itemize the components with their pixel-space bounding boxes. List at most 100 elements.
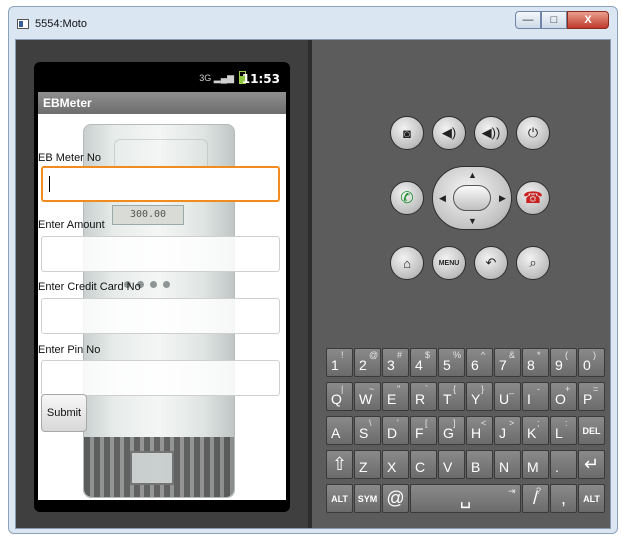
- key-label: ALT: [331, 493, 348, 504]
- key-row1-1[interactable]: 2 @: [354, 348, 381, 377]
- key-row3-4[interactable]: G]: [438, 416, 465, 445]
- key-row4-0[interactable]: ⇧: [326, 450, 353, 479]
- key-alt-label: !: [341, 350, 344, 360]
- close-button[interactable]: X: [567, 11, 609, 29]
- key-row5-5[interactable]: ,: [550, 484, 577, 513]
- title-bar[interactable]: 5554:Moto — □ X: [9, 7, 617, 37]
- volume-down-icon[interactable]: ◀): [432, 116, 466, 150]
- key-row4-4[interactable]: V: [438, 450, 465, 479]
- key-label: N: [499, 459, 510, 475]
- back-icon[interactable]: ↶: [474, 246, 508, 280]
- key-label: DEL: [582, 425, 601, 436]
- key-alt-label: ;: [537, 418, 540, 428]
- key-alt-label: $: [425, 350, 431, 360]
- pin-input[interactable]: [41, 360, 280, 396]
- key-alt-label: ]: [453, 418, 456, 428]
- eb-meter-input[interactable]: [41, 166, 280, 202]
- dpad-right-icon[interactable]: ▶: [499, 193, 506, 204]
- key-row1-8[interactable]: 9(: [550, 348, 577, 377]
- menu-button[interactable]: MENU: [432, 246, 466, 280]
- key-row4-9[interactable]: ↵: [578, 450, 605, 479]
- key-row3-9[interactable]: DEL: [578, 416, 605, 445]
- key-row2-8[interactable]: O +: [550, 382, 577, 411]
- credit-card-input[interactable]: [41, 298, 280, 334]
- signal-icon: 3G ▂▄▆: [199, 73, 234, 83]
- call-icon[interactable]: ✆: [390, 181, 424, 215]
- end-call-icon[interactable]: ☎: [516, 181, 550, 215]
- key-row2-4[interactable]: T{: [438, 382, 465, 411]
- key-row4-3[interactable]: C: [410, 450, 437, 479]
- key-row2-1[interactable]: W ~: [354, 382, 381, 411]
- network-type: 3G: [199, 73, 212, 83]
- key-label: 4: [415, 357, 423, 373]
- key-row3-5[interactable]: H <: [466, 416, 493, 445]
- key-alt-label: [: [425, 418, 428, 428]
- key-row5-4[interactable]: /?: [522, 484, 549, 513]
- key-label: 7: [499, 357, 507, 373]
- power-icon[interactable]: ⏻: [516, 116, 550, 150]
- key-row1-7[interactable]: 8 *: [522, 348, 549, 377]
- key-row1-2[interactable]: 3 #: [382, 348, 409, 377]
- key-row5-1[interactable]: SYM: [354, 484, 381, 513]
- key-row2-6[interactable]: U _: [494, 382, 521, 411]
- key-label: ALT: [583, 493, 600, 504]
- key-row1-6[interactable]: 7 &: [494, 348, 521, 377]
- amount-label: Enter Amount: [38, 219, 105, 231]
- key-alt-label: _: [509, 384, 515, 394]
- key-row2-7[interactable]: I-: [522, 382, 549, 411]
- dpad-up-icon[interactable]: ▲: [468, 170, 477, 180]
- dpad-center-button[interactable]: [453, 185, 491, 211]
- dpad[interactable]: ▲ ▼ ◀ ▶: [432, 166, 512, 230]
- minimize-button[interactable]: —: [515, 11, 541, 29]
- key-alt-label: |: [341, 384, 344, 394]
- key-row5-2[interactable]: @: [382, 484, 409, 513]
- key-label: U: [499, 391, 510, 407]
- key-row1-0[interactable]: 1!: [326, 348, 353, 377]
- key-label: @: [386, 488, 405, 508]
- key-alt-label: ): [593, 350, 596, 360]
- maximize-button[interactable]: □: [541, 11, 567, 29]
- key-row1-9[interactable]: 0): [578, 348, 605, 377]
- key-row2-9[interactable]: P =: [578, 382, 605, 411]
- key-row4-2[interactable]: X: [382, 450, 409, 479]
- key-alt-label: ": [397, 384, 401, 394]
- device-screen: 3G ▂▄▆ 11:53 EBMeter 300.00 EB Meter No: [34, 62, 290, 512]
- key-row3-1[interactable]: S \: [354, 416, 381, 445]
- key-row3-2[interactable]: D ': [382, 416, 409, 445]
- key-row1-5[interactable]: 6 ^: [466, 348, 493, 377]
- key-row4-8[interactable]: .: [550, 450, 577, 479]
- key-row4-6[interactable]: N: [494, 450, 521, 479]
- key-row3-8[interactable]: L:: [550, 416, 577, 445]
- key-row3-0[interactable]: A: [326, 416, 353, 445]
- key-row2-0[interactable]: Q |: [326, 382, 353, 411]
- key-row2-5[interactable]: Y}: [466, 382, 493, 411]
- key-row3-3[interactable]: F[: [410, 416, 437, 445]
- dpad-down-icon[interactable]: ▼: [468, 216, 477, 226]
- camera-icon[interactable]: ◙: [390, 116, 424, 150]
- key-row2-3[interactable]: R `: [410, 382, 437, 411]
- key-row1-4[interactable]: 5%: [438, 348, 465, 377]
- key-label: Z: [359, 459, 368, 475]
- key-row5-3[interactable]: ␣ ⇥: [410, 484, 521, 513]
- key-label: A: [331, 425, 341, 441]
- key-alt-label: ?: [536, 486, 542, 496]
- key-row3-7[interactable]: K;: [522, 416, 549, 445]
- volume-up-icon[interactable]: ◀)): [474, 116, 508, 150]
- key-row4-1[interactable]: Z: [354, 450, 381, 479]
- key-label: 2: [359, 357, 367, 373]
- key-row5-6[interactable]: ALT: [578, 484, 605, 513]
- submit-button[interactable]: Submit: [41, 394, 87, 432]
- key-row2-2[interactable]: E ": [382, 382, 409, 411]
- home-icon[interactable]: ⌂: [390, 246, 424, 280]
- search-icon[interactable]: ⌕: [516, 246, 550, 280]
- amount-input[interactable]: [41, 236, 280, 272]
- key-alt-label: ⇥: [508, 486, 516, 496]
- key-row4-7[interactable]: M: [522, 450, 549, 479]
- key-alt-label: }: [481, 384, 485, 394]
- key-row4-5[interactable]: B: [466, 450, 493, 479]
- key-row5-0[interactable]: ALT: [326, 484, 353, 513]
- key-row3-6[interactable]: J >: [494, 416, 521, 445]
- window-controls: — □ X: [515, 11, 609, 29]
- key-row1-3[interactable]: 4 $: [410, 348, 437, 377]
- dpad-left-icon[interactable]: ◀: [439, 193, 446, 204]
